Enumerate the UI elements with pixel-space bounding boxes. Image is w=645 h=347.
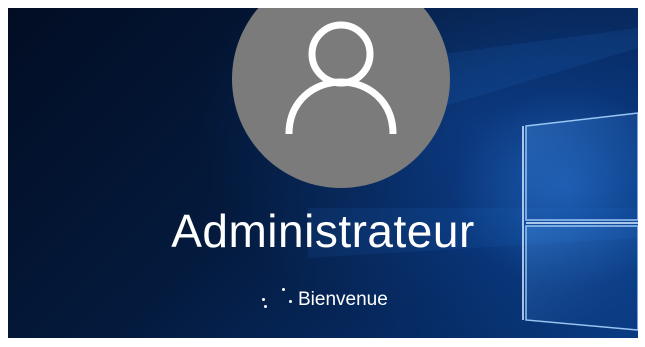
loading-dots-icon	[256, 285, 298, 315]
username-label: Administrateur	[171, 205, 475, 257]
status-text: Bienvenue	[298, 289, 388, 310]
user-silhouette-icon	[285, 21, 397, 135]
lock-screen: Administrateur Bienvenue	[8, 8, 638, 338]
login-status: Bienvenue	[256, 285, 388, 315]
